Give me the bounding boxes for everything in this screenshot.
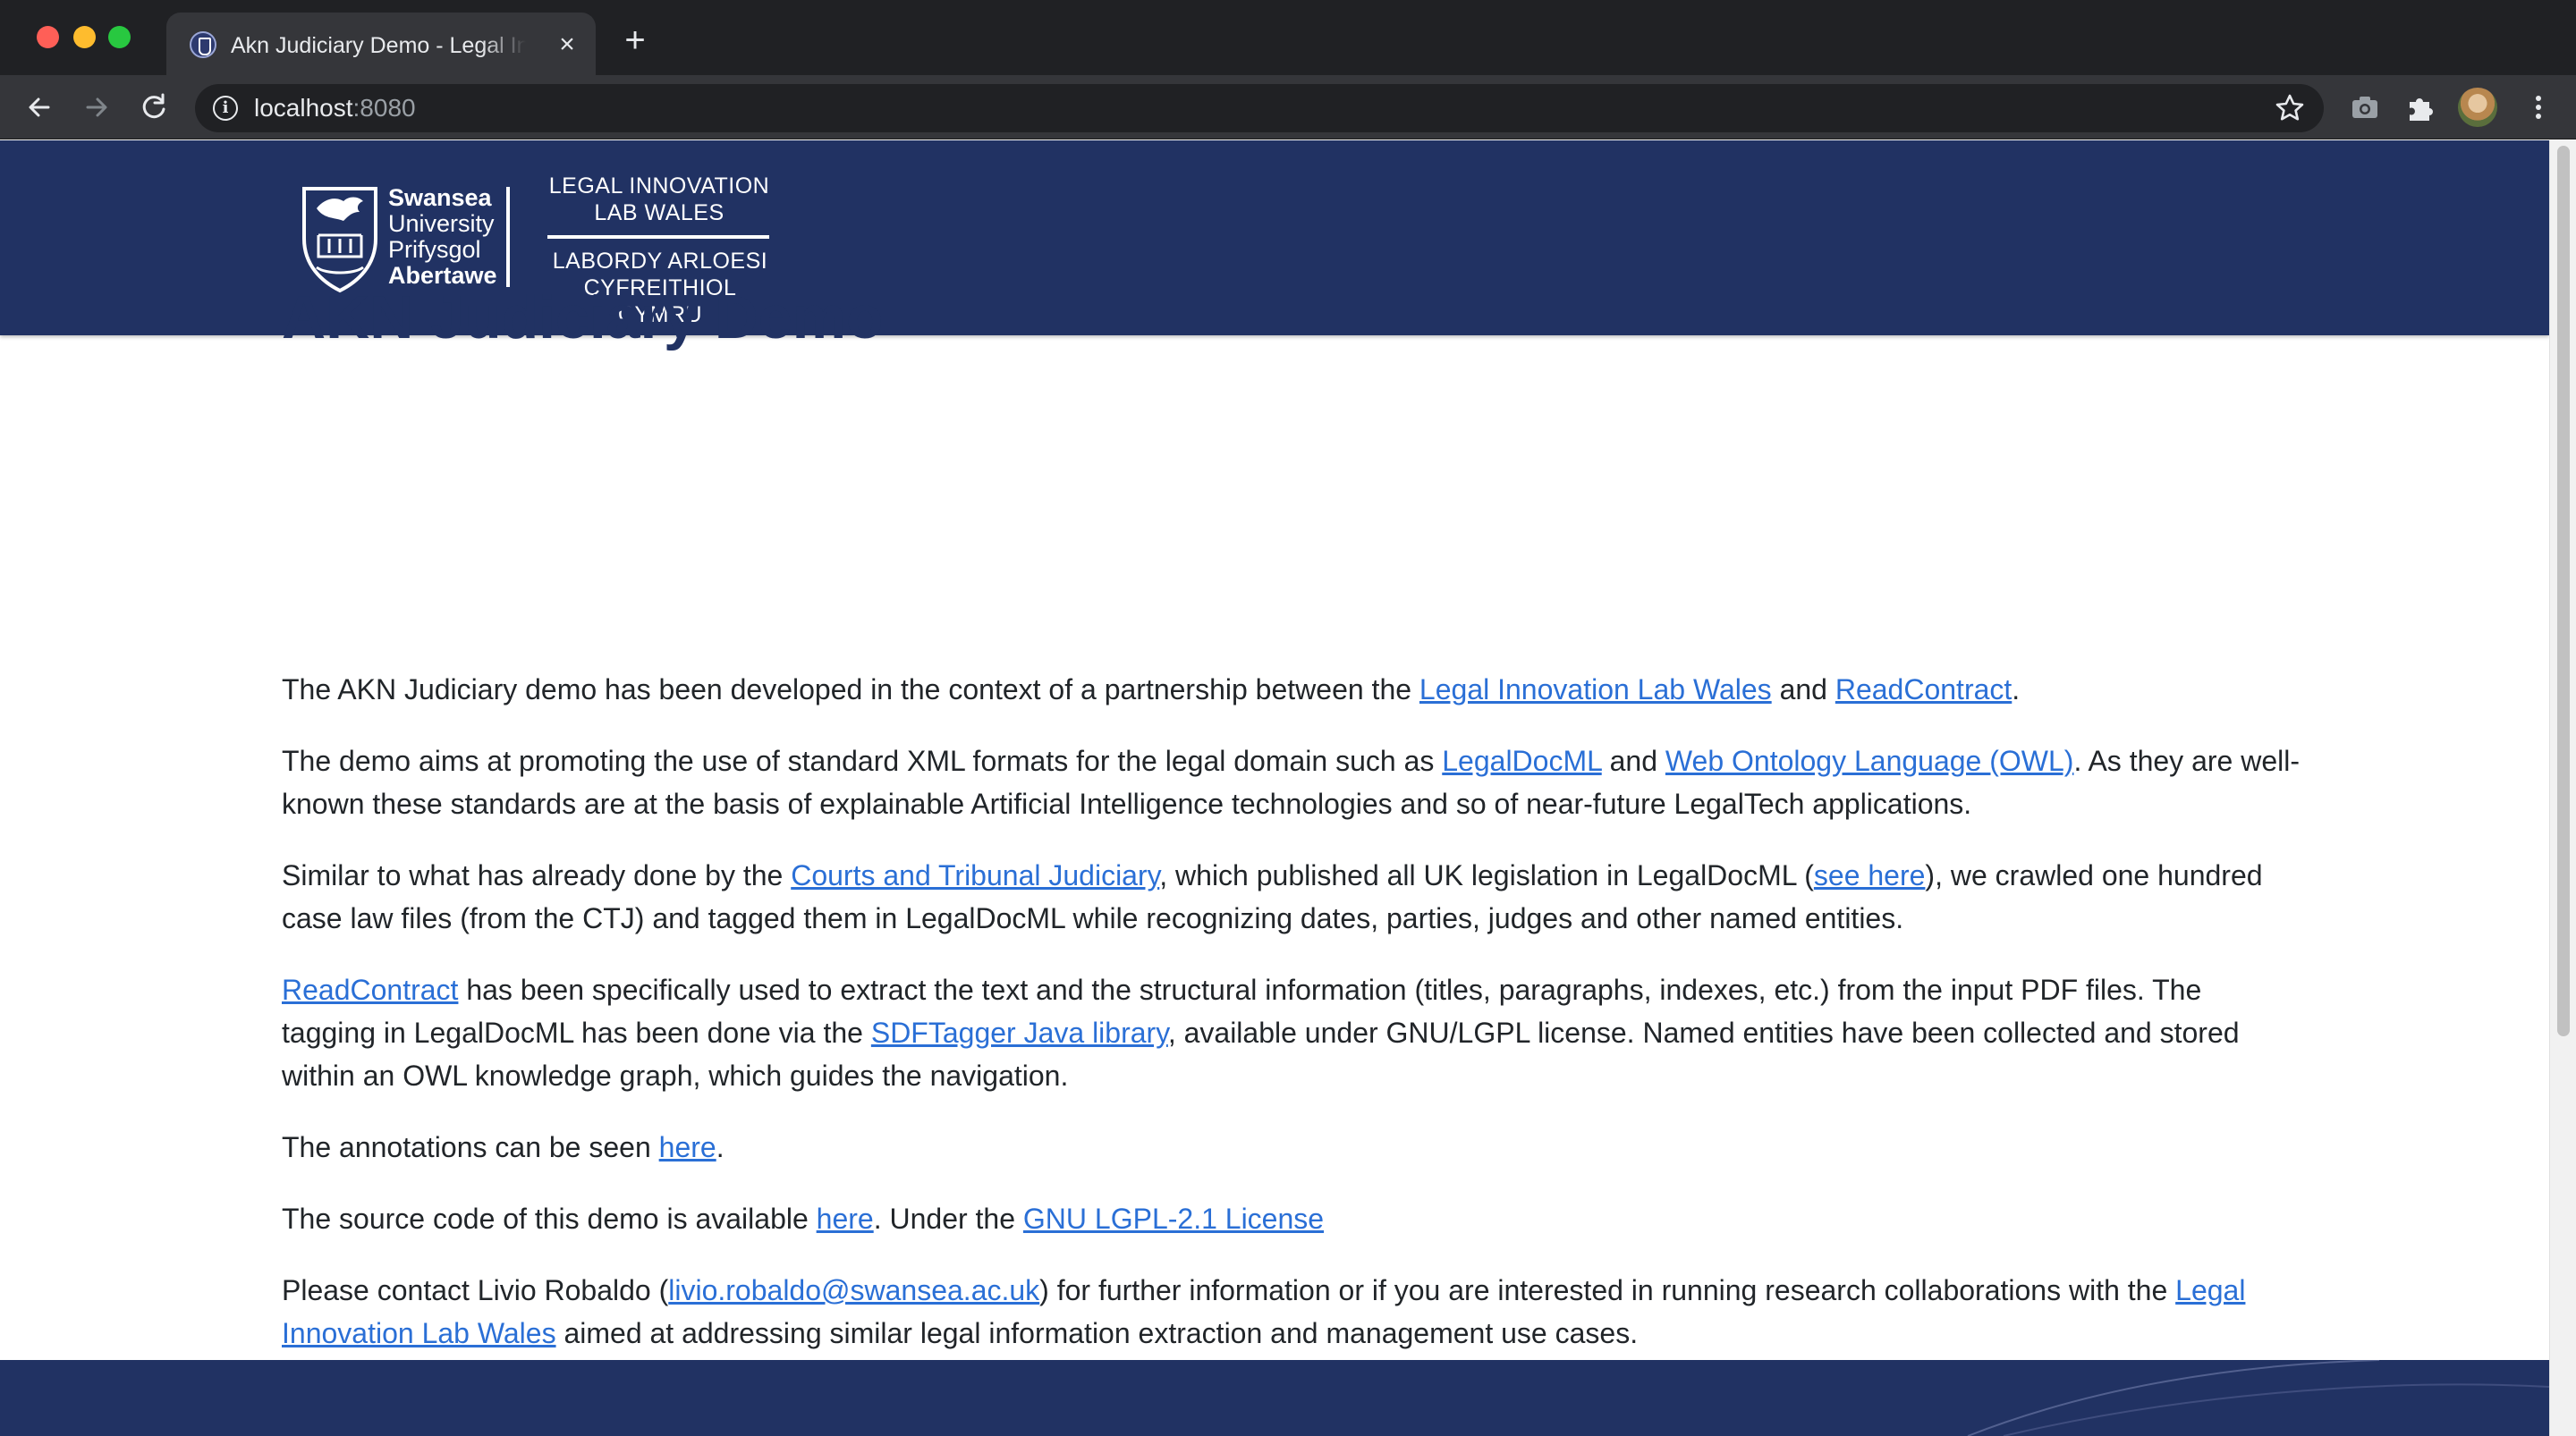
back-arrow-icon[interactable]: [20, 88, 59, 127]
tab-title: Akn Judiciary Demo - Legal Innovation La…: [231, 33, 526, 58]
link-readcontract[interactable]: ReadContract: [1835, 673, 2012, 705]
url-host: localhost: [254, 94, 353, 122]
camera-icon[interactable]: [2347, 89, 2383, 125]
address-bar[interactable]: i localhost:8080: [195, 84, 2324, 132]
link-contact-email[interactable]: livio.robaldo@swansea.ac.uk: [668, 1274, 1039, 1306]
browser-toolbar: i localhost:8080: [0, 75, 2576, 139]
link-readcontract-2[interactable]: ReadContract: [282, 974, 458, 1006]
web-page: Swansea University Prifysgol Abertawe LE…: [0, 140, 2576, 1436]
link-annotations-here[interactable]: here: [659, 1131, 716, 1163]
tab-close-icon[interactable]: ×: [553, 30, 581, 59]
page-title: AKN Judiciary Demo: [282, 283, 884, 351]
url-port: :8080: [352, 94, 416, 122]
footer-decorative-curves: [1950, 1360, 2549, 1436]
site-info-icon[interactable]: i: [213, 96, 238, 121]
link-legal-innovation-lab[interactable]: Legal Innovation Lab Wales: [1419, 673, 1772, 705]
lab-logo-rule: [547, 235, 769, 239]
window-close-button[interactable]: [37, 26, 59, 48]
page-scrollbar[interactable]: [2549, 140, 2576, 1436]
intro-paragraph: The AKN Judiciary demo has been develope…: [282, 673, 2021, 705]
university-wordmark: Swansea University Prifysgol Abertawe: [388, 184, 497, 289]
lab-line2: LAB WALES: [594, 200, 724, 225]
more-menu-icon[interactable]: [2521, 89, 2556, 125]
bookmark-star-icon[interactable]: [2274, 92, 2306, 124]
swansea-shield-logo-icon[interactable]: [299, 183, 381, 294]
favicon-icon: [190, 31, 216, 58]
profile-avatar[interactable]: [2458, 88, 2497, 127]
crawl-paragraph: Similar to what has already done by the …: [282, 859, 2263, 934]
new-tab-button[interactable]: +: [617, 22, 653, 59]
contact-paragraph: Please contact Livio Robaldo (livio.roba…: [282, 1274, 2246, 1349]
uni-line2: University: [388, 210, 495, 237]
forward-arrow-icon[interactable]: [77, 88, 116, 127]
window-zoom-button[interactable]: [108, 26, 131, 48]
site-footer: [0, 1360, 2549, 1436]
lab-line1: LEGAL INNOVATION: [548, 173, 770, 199]
browser-tab-bar: Akn Judiciary Demo - Legal Innovation La…: [0, 0, 2576, 75]
reload-icon[interactable]: [134, 88, 174, 127]
link-gnu-lgpl-license[interactable]: GNU LGPL-2.1 License: [1023, 1203, 1324, 1235]
url-text: localhost:8080: [254, 93, 416, 123]
scrollbar-thumb[interactable]: [2557, 146, 2570, 1036]
link-sdftagger[interactable]: SDFTagger Java library: [871, 1017, 1168, 1049]
lab-wordmark-en: LEGAL INNOVATION LAB WALES: [547, 173, 771, 226]
standards-paragraph: The demo aims at promoting the use of st…: [282, 745, 2300, 820]
link-legaldocml[interactable]: LegalDocML: [1442, 745, 1601, 777]
extensions-puzzle-icon[interactable]: [2402, 89, 2438, 125]
browser-tab-active[interactable]: Akn Judiciary Demo - Legal Innovation La…: [166, 13, 596, 75]
tools-paragraph: ReadContract has been specifically used …: [282, 974, 2240, 1092]
window-minimize-button[interactable]: [73, 26, 96, 48]
logo-divider: [506, 187, 510, 287]
source-code-paragraph: The source code of this demo is availabl…: [282, 1203, 1325, 1235]
uni-line3: Prifysgol: [388, 236, 481, 263]
link-see-here[interactable]: see here: [1814, 859, 1926, 891]
uni-line1: Swansea: [388, 184, 492, 211]
lab-cy-line1: LABORDY ARLOESI: [552, 249, 768, 274]
annotations-paragraph: The annotations can be seen here.: [282, 1131, 724, 1163]
link-courts-tribunal-judiciary[interactable]: Courts and Tribunal Judiciary: [791, 859, 1159, 891]
link-owl[interactable]: Web Ontology Language (OWL): [1665, 745, 2074, 777]
link-source-code-here[interactable]: here: [817, 1203, 874, 1235]
